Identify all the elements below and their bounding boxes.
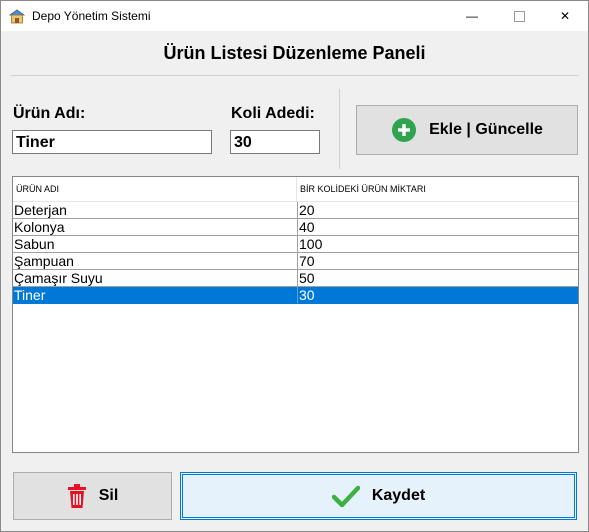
box-count-label: Koli Adedi: <box>231 105 315 122</box>
plus-circle-icon <box>391 117 417 143</box>
delete-label: Sil <box>98 487 119 504</box>
minimize-icon: — <box>466 9 478 23</box>
list-item[interactable]: Şampuan 70 <box>13 253 578 270</box>
vertical-divider <box>339 89 340 169</box>
qty-cell: 100 <box>297 236 569 252</box>
product-name-cell: Şampuan <box>14 253 74 269</box>
maximize-icon <box>513 10 525 22</box>
qty-cell: 20 <box>297 202 569 218</box>
product-name-cell: Çamaşır Suyu <box>14 270 103 286</box>
box-count-input[interactable]: 30 <box>230 130 320 154</box>
app-window: Depo Yönetim Sistemi — ✕ Ürün Listesi Dü… <box>0 0 589 532</box>
trash-icon <box>67 483 87 509</box>
list-rows: Deterjan 20 Kolonya 40 Sabun 100 Şampuan 70 Çama… <box>13 202 578 304</box>
list-item[interactable]: Sabun 100 <box>13 236 578 253</box>
panel-title: Ürün Listesi Düzenleme Paneli <box>163 43 426 63</box>
product-name-cell: Tiner <box>14 287 46 303</box>
close-icon: ✕ <box>559 9 571 23</box>
window-title: Depo Yönetim Sistemi <box>32 9 151 23</box>
column-header-qty-per-box[interactable]: BİR KOLİDEKİ ÜRÜN MİKTARI <box>297 177 570 201</box>
qty-cell: 40 <box>297 219 569 235</box>
warehouse-icon <box>9 9 25 24</box>
product-list[interactable]: ÜRÜN ADI BİR KOLİDEKİ ÜRÜN MİKTARI Deter… <box>12 176 579 453</box>
title-bar[interactable]: Depo Yönetim Sistemi — ✕ <box>1 1 588 31</box>
product-name-cell: Sabun <box>14 236 55 252</box>
list-item[interactable]: Tiner 30 <box>13 287 578 304</box>
list-item[interactable]: Deterjan 20 <box>13 202 578 219</box>
maximize-button[interactable] <box>496 1 542 31</box>
column-header-product-name[interactable]: ÜRÜN ADI <box>13 177 297 201</box>
delete-button[interactable]: Sil <box>13 472 172 520</box>
qty-cell: 50 <box>297 270 569 286</box>
list-item[interactable]: Kolonya 40 <box>13 219 578 236</box>
save-button[interactable]: Kaydet <box>180 472 577 520</box>
add-update-button[interactable]: Ekle | Güncelle <box>356 105 578 155</box>
product-name-cell: Kolonya <box>14 219 65 235</box>
qty-cell: 30 <box>297 287 569 303</box>
close-button[interactable]: ✕ <box>542 1 588 31</box>
focus-border <box>182 474 575 518</box>
qty-cell: 70 <box>297 253 569 269</box>
product-name-label: Ürün Adı: <box>13 105 86 122</box>
product-name-cell: Deterjan <box>14 202 67 218</box>
product-name-input[interactable]: Tiner <box>12 130 212 154</box>
minimize-button[interactable]: — <box>449 1 495 31</box>
list-item[interactable]: Çamaşır Suyu 50 <box>13 270 578 287</box>
list-header: ÜRÜN ADI BİR KOLİDEKİ ÜRÜN MİKTARI <box>13 177 578 202</box>
add-update-label: Ekle | Güncelle <box>429 121 543 138</box>
title-divider <box>11 75 579 76</box>
